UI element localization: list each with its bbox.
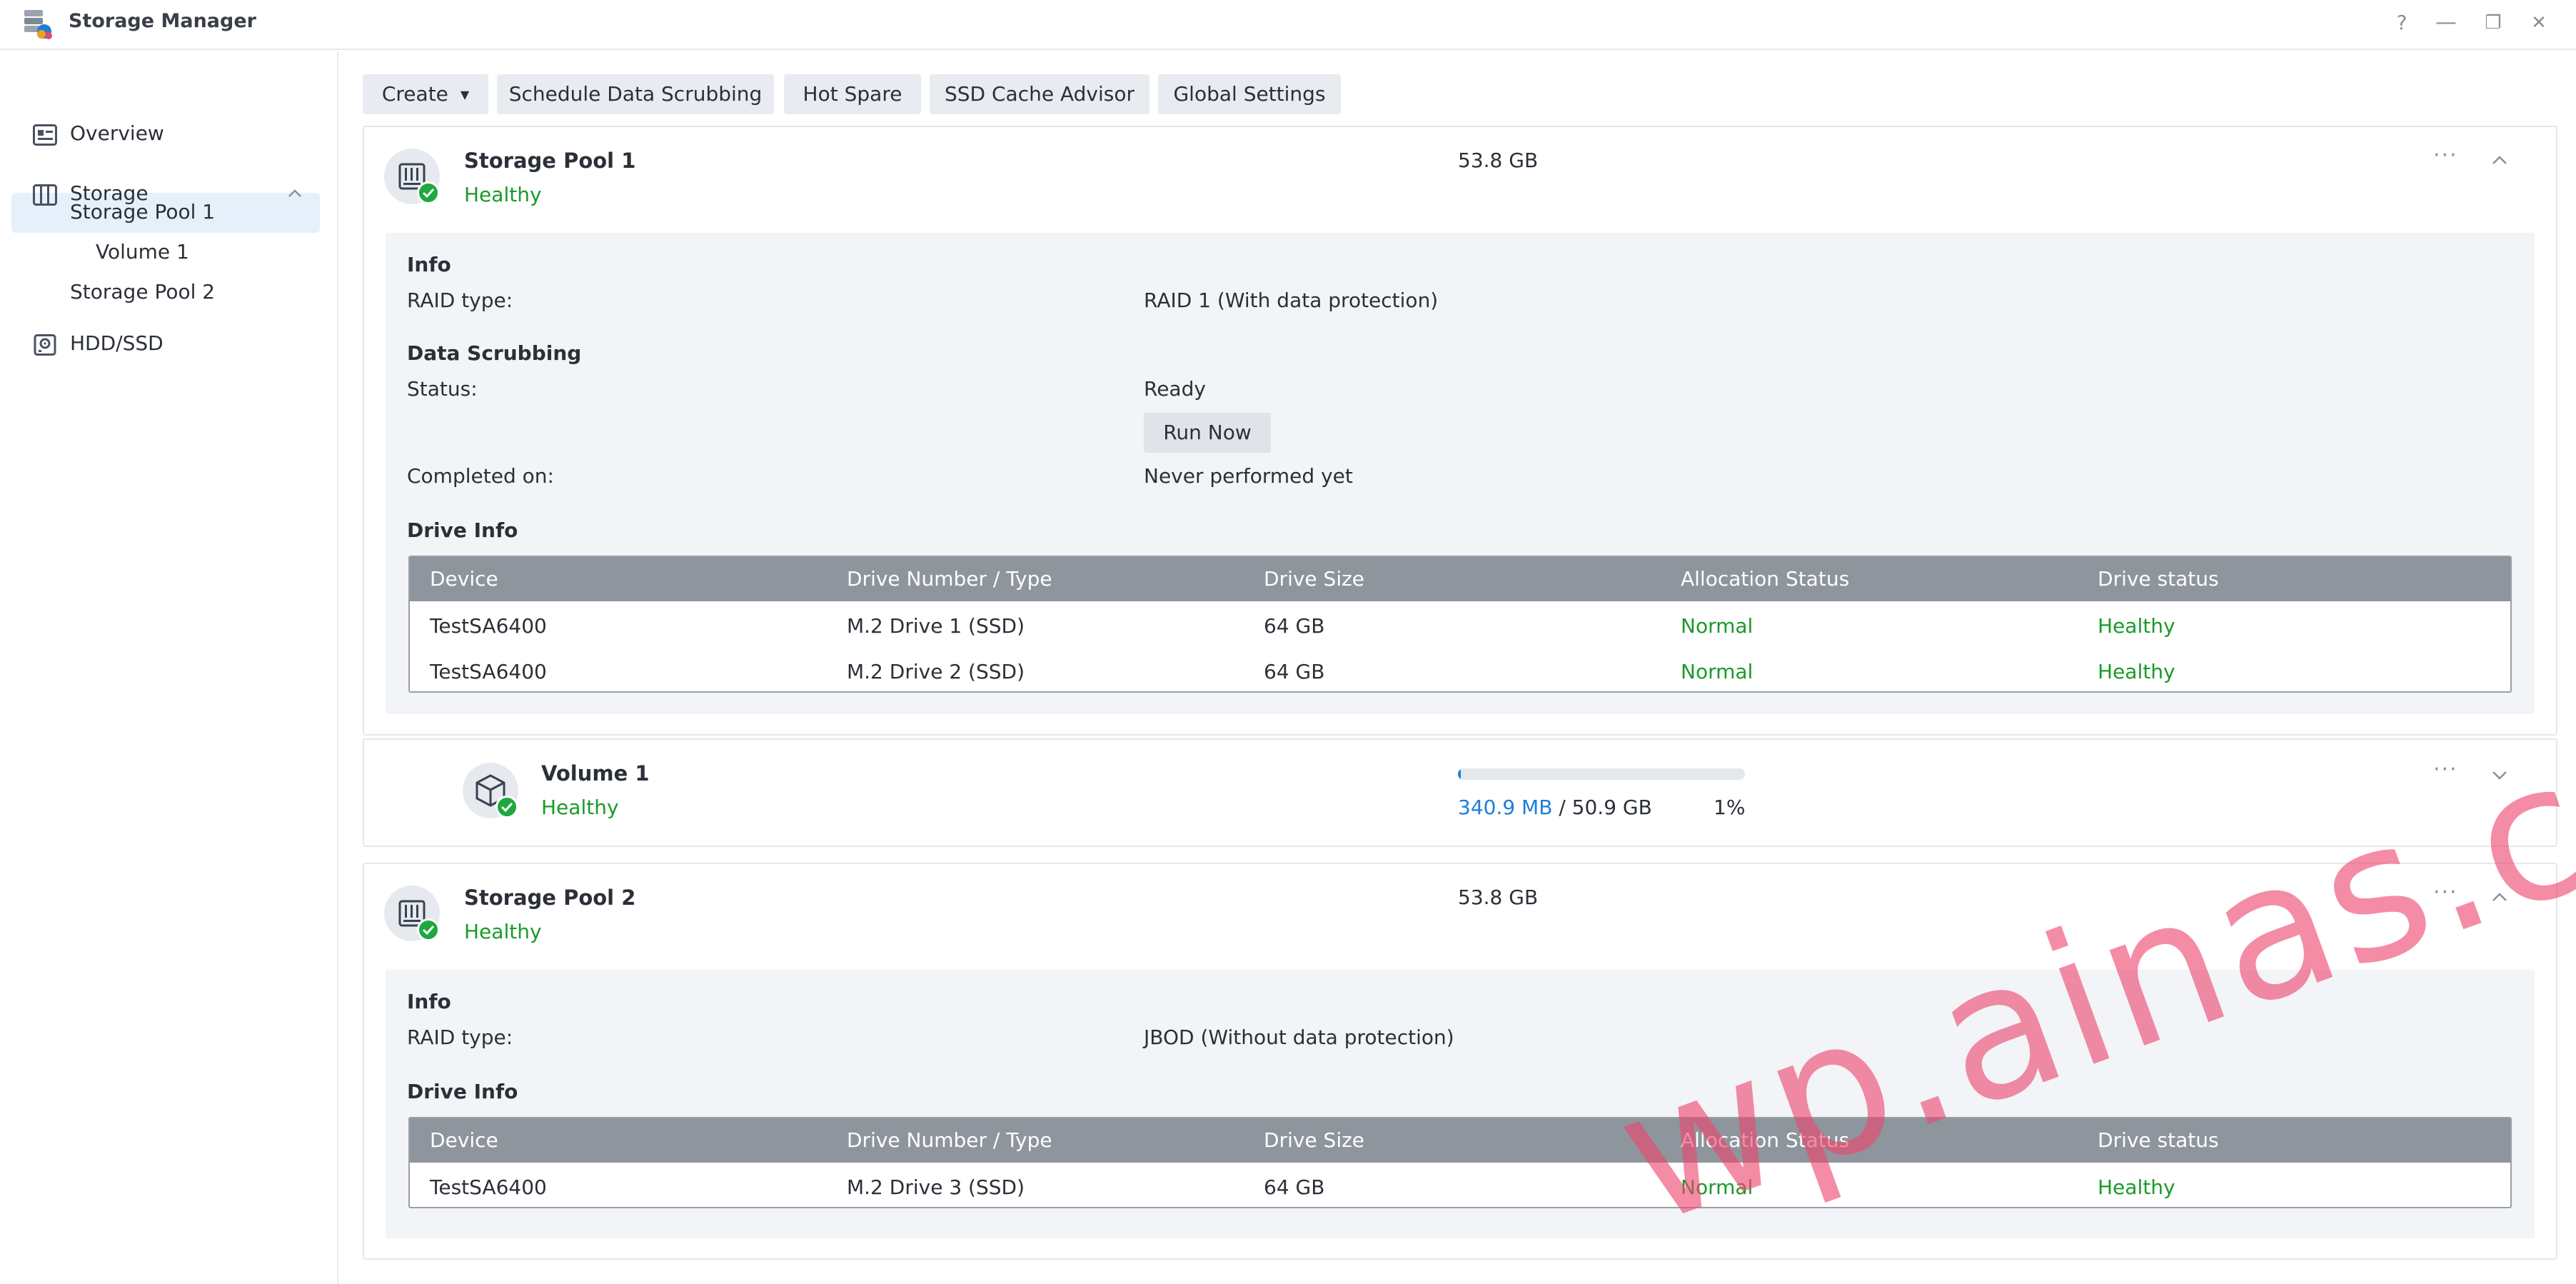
sidebar-item-label: Storage Pool 2 — [70, 280, 216, 304]
cell-drive-status: Healthy — [2098, 1175, 2175, 1199]
pool-status: Healthy — [464, 183, 542, 206]
create-dropdown-button[interactable]: Create ▼ — [363, 74, 488, 114]
volume-usage-text: 340.9 MB / 50.9 GB — [1458, 796, 1652, 819]
storage-pool-1-panel: Storage Pool 1 Healthy 53.8 GB ··· Info … — [363, 126, 2557, 736]
raid-type-label: RAID type: — [407, 289, 513, 312]
sidebar-item-storage-pool-1[interactable]: Storage Pool 1 — [11, 193, 320, 233]
info-heading: Info — [407, 253, 451, 276]
table-header: Device Drive Number / Type Drive Size Al… — [410, 1118, 2510, 1163]
info-heading: Info — [407, 990, 451, 1013]
drive-info-table: Device Drive Number / Type Drive Size Al… — [408, 556, 2512, 693]
sidebar-item-storage-pool-2[interactable]: Storage Pool 2 — [11, 273, 320, 313]
volume-percent: 1% — [1714, 796, 1746, 819]
drive-info-table: Device Drive Number / Type Drive Size Al… — [408, 1117, 2512, 1208]
healthy-check-icon — [417, 918, 440, 941]
cell-drive-number: M.2 Drive 1 (SSD) — [847, 614, 1025, 638]
table-row[interactable]: TestSA6400 M.2 Drive 1 (SSD) 64 GB Norma… — [410, 601, 2510, 647]
hdd-icon — [34, 334, 56, 356]
collapse-chevron-icon[interactable] — [2490, 151, 2509, 170]
raid-type-value: JBOD (Without data protection) — [1144, 1025, 1454, 1049]
cell-drive-status: Healthy — [2098, 660, 2175, 683]
create-button-label: Create — [381, 82, 448, 106]
sidebar-item-volume-1[interactable]: Volume 1 — [11, 233, 320, 273]
scrub-status-label: Status: — [407, 377, 478, 401]
cell-device: TestSA6400 — [430, 614, 547, 638]
overview-icon — [33, 124, 57, 146]
sidebar-item-label: Volume 1 — [96, 240, 189, 264]
volume-name: Volume 1 — [541, 761, 650, 786]
pool-size: 53.8 GB — [1458, 886, 1539, 909]
table-row[interactable]: TestSA6400 M.2 Drive 2 (SSD) 64 GB Norma… — [410, 647, 2510, 691]
cell-drive-number: M.2 Drive 3 (SSD) — [847, 1175, 1025, 1199]
column-header-device: Device — [430, 1128, 498, 1152]
help-icon[interactable]: ? — [2388, 9, 2416, 37]
sidebar-item-label: Storage Pool 1 — [70, 200, 216, 224]
close-icon[interactable]: ✕ — [2525, 9, 2553, 37]
sidebar-item-label: HDD/SSD — [70, 331, 163, 355]
cell-device: TestSA6400 — [430, 1175, 547, 1199]
column-header-device: Device — [430, 567, 498, 591]
column-header-drive-size: Drive Size — [1264, 1128, 1365, 1152]
sidebar-item-overview[interactable]: Overview — [0, 113, 338, 154]
raid-type-label: RAID type: — [407, 1025, 513, 1049]
title-bar: Storage Manager ? — ❐ ✕ — [0, 0, 2576, 50]
ssd-cache-advisor-button[interactable]: SSD Cache Advisor — [930, 74, 1149, 114]
global-settings-button[interactable]: Global Settings — [1158, 74, 1341, 114]
storage-manager-app-icon — [24, 10, 52, 39]
volume-used: 340.9 MB — [1458, 796, 1553, 819]
minimize-icon[interactable]: — — [2432, 9, 2460, 37]
drive-info-heading: Drive Info — [407, 518, 518, 542]
pool-name: Storage Pool 1 — [464, 149, 636, 173]
cell-allocation-status: Normal — [1681, 614, 1754, 638]
pool-status: Healthy — [464, 920, 542, 943]
column-header-allocation-status: Allocation Status — [1681, 567, 1850, 591]
run-now-button[interactable]: Run Now — [1144, 413, 1271, 453]
volume-status: Healthy — [541, 796, 619, 819]
drive-info-heading: Drive Info — [407, 1080, 518, 1103]
sidebar: Overview Storage Storage Pool 1 Volume 1… — [0, 51, 338, 1284]
cell-drive-size: 64 GB — [1264, 1175, 1325, 1199]
column-header-drive-status: Drive status — [2098, 1128, 2219, 1152]
hot-spare-button[interactable]: Hot Spare — [784, 74, 921, 114]
volume-usage-fill — [1458, 768, 1461, 780]
healthy-check-icon — [495, 796, 518, 818]
pool-name: Storage Pool 2 — [464, 886, 636, 910]
schedule-data-scrubbing-button[interactable]: Schedule Data Scrubbing — [497, 74, 774, 114]
raid-type-value: RAID 1 (With data protection) — [1144, 289, 1439, 312]
column-header-drive-number: Drive Number / Type — [847, 1128, 1052, 1152]
cell-drive-size: 64 GB — [1264, 614, 1325, 638]
table-row[interactable]: TestSA6400 M.2 Drive 3 (SSD) 64 GB Norma… — [410, 1163, 2510, 1207]
column-header-drive-size: Drive Size — [1264, 567, 1365, 591]
volume-usage-bar — [1458, 768, 1745, 780]
app-title: Storage Manager — [69, 10, 256, 32]
column-header-drive-status: Drive status — [2098, 567, 2219, 591]
volume-1-panel: Volume 1 Healthy 340.9 MB / 50.9 GB 1% ·… — [363, 738, 2557, 847]
volume-total: 50.9 GB — [1571, 796, 1652, 819]
scrub-status-value: Ready — [1144, 377, 1206, 401]
cell-allocation-status: Normal — [1681, 660, 1754, 683]
pool-detail-section: Info RAID type: RAID 1 (With data protec… — [386, 233, 2535, 714]
pool-size: 53.8 GB — [1458, 149, 1539, 172]
data-scrubbing-heading: Data Scrubbing — [407, 341, 582, 365]
cell-drive-number: M.2 Drive 2 (SSD) — [847, 660, 1025, 683]
caret-down-icon: ▼ — [460, 88, 470, 101]
cell-device: TestSA6400 — [430, 660, 547, 683]
volume-separator: / — [1552, 796, 1572, 819]
restore-icon[interactable]: ❐ — [2479, 9, 2507, 37]
healthy-check-icon — [417, 181, 440, 204]
column-header-drive-number: Drive Number / Type — [847, 567, 1052, 591]
sidebar-item-hdd-ssd[interactable]: HDD/SSD — [0, 323, 338, 364]
cell-drive-size: 64 GB — [1264, 660, 1325, 683]
completed-on-value: Never performed yet — [1144, 464, 1353, 488]
sidebar-item-label: Overview — [70, 121, 164, 145]
more-options-icon[interactable]: ··· — [2433, 143, 2458, 168]
cell-drive-status: Healthy — [2098, 614, 2175, 638]
completed-on-label: Completed on: — [407, 464, 554, 488]
table-header: Device Drive Number / Type Drive Size Al… — [410, 557, 2510, 601]
